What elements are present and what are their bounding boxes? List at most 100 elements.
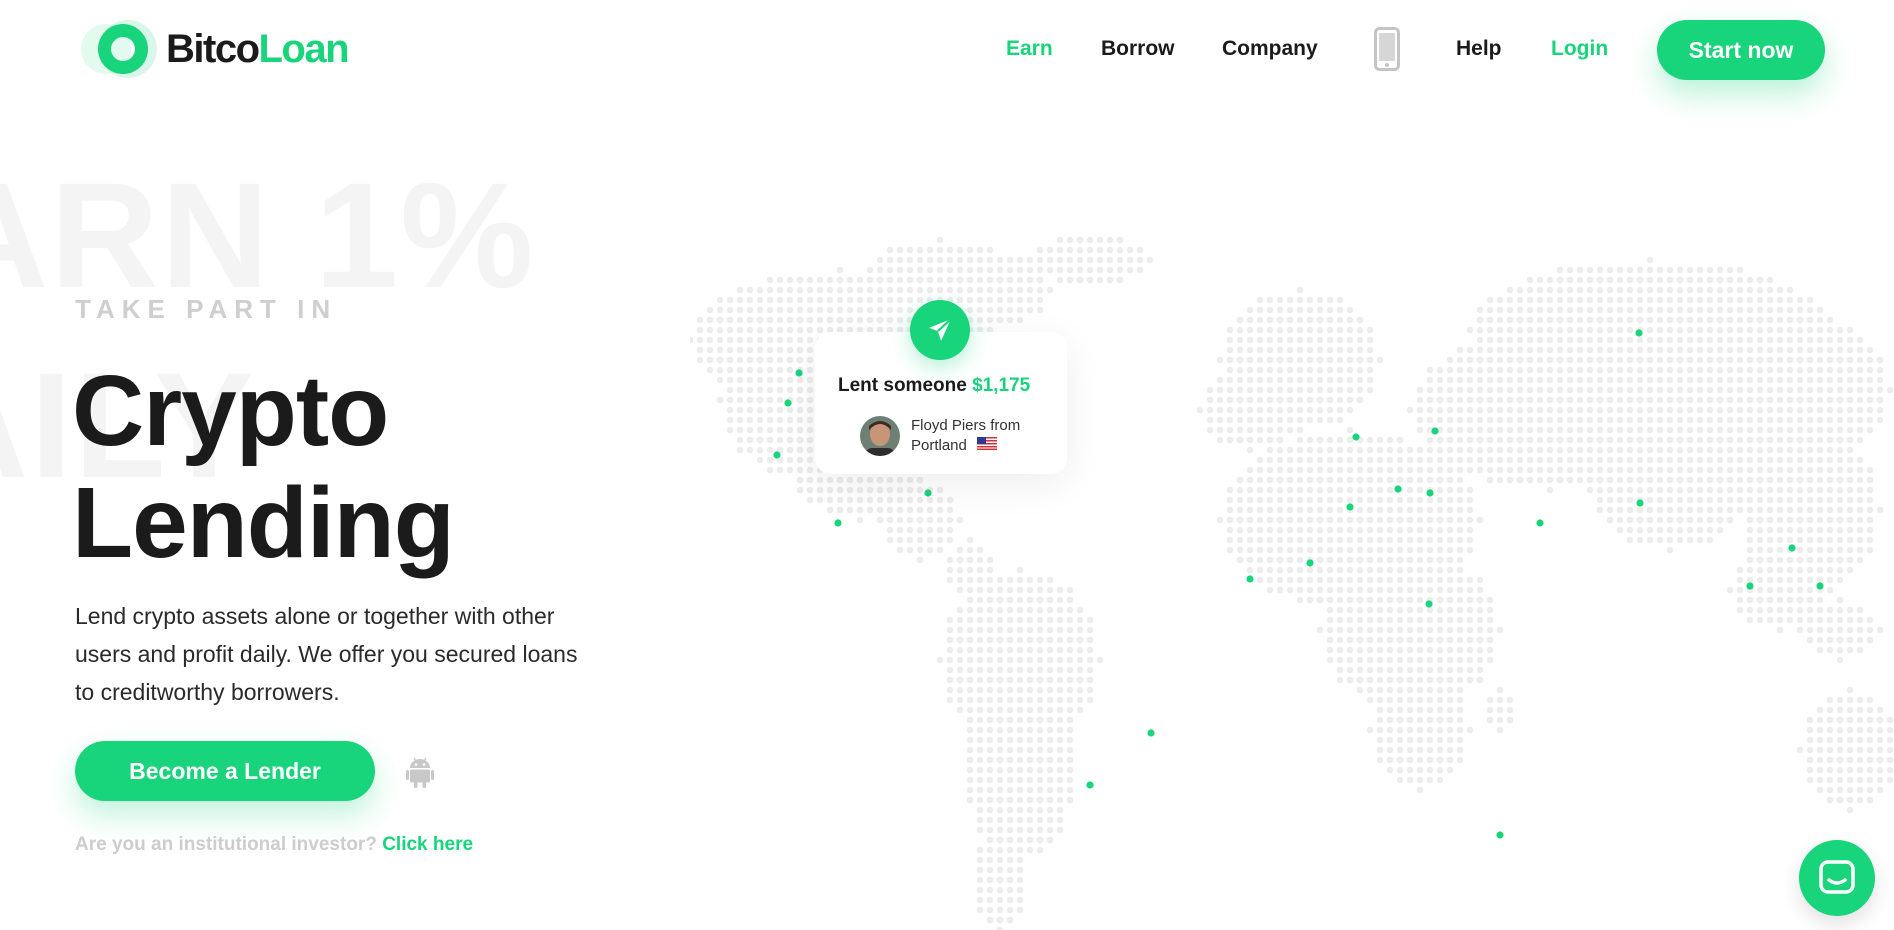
map-dot xyxy=(1766,586,1774,594)
map-dot xyxy=(1236,476,1244,484)
map-dot xyxy=(1056,806,1064,814)
map-dot xyxy=(1276,486,1284,494)
start-now-button[interactable]: Start now xyxy=(1657,20,1825,80)
map-dot xyxy=(726,306,734,314)
nav-item-company[interactable]: Company xyxy=(1222,37,1318,61)
map-dot xyxy=(896,276,904,284)
map-dot xyxy=(1376,756,1384,764)
hero-headline: Crypto Lending xyxy=(72,355,455,579)
map-dot xyxy=(1496,426,1504,434)
map-dot xyxy=(806,286,814,294)
map-dot xyxy=(766,446,774,454)
become-lender-button[interactable]: Become a Lender xyxy=(75,741,375,801)
map-dot xyxy=(1236,406,1244,414)
map-dot xyxy=(756,366,764,374)
map-dot xyxy=(1426,686,1434,694)
map-dot xyxy=(1316,586,1324,594)
map-dot xyxy=(1856,736,1864,744)
nav-item-earn[interactable]: Earn xyxy=(1006,37,1053,61)
map-dot xyxy=(1486,386,1494,394)
map-dot xyxy=(806,486,814,494)
map-dot xyxy=(1666,296,1674,304)
map-dot xyxy=(1506,346,1514,354)
map-dot xyxy=(1316,406,1324,414)
map-dot xyxy=(1416,516,1424,524)
map-dot xyxy=(1686,476,1694,484)
map-dot xyxy=(1816,456,1824,464)
map-dot xyxy=(1336,506,1344,514)
map-dot xyxy=(1406,576,1414,584)
map-dot xyxy=(1826,496,1834,504)
map-dot xyxy=(726,406,734,414)
map-dot xyxy=(1456,626,1464,634)
map-dot xyxy=(1426,376,1434,384)
map-dot xyxy=(1796,366,1804,374)
map-dot xyxy=(916,516,924,524)
map-dot xyxy=(1766,466,1774,474)
map-dot xyxy=(1476,516,1484,524)
map-dot xyxy=(1446,396,1454,404)
map-dot xyxy=(1696,536,1704,544)
map-dot xyxy=(1226,376,1234,384)
map-dot xyxy=(1436,536,1444,544)
map-dot xyxy=(1676,376,1684,384)
map-dot xyxy=(1606,336,1614,344)
map-dot xyxy=(786,306,794,314)
map-dot xyxy=(1626,266,1634,274)
map-dot xyxy=(876,516,884,524)
mobile-phone-icon[interactable] xyxy=(1374,27,1400,76)
map-dot xyxy=(1506,286,1514,294)
map-dot xyxy=(1396,436,1404,444)
map-dot xyxy=(766,356,774,364)
map-dot xyxy=(846,296,854,304)
nav-item-login[interactable]: Login xyxy=(1551,37,1608,61)
map-dot xyxy=(966,786,974,794)
map-dot xyxy=(1766,576,1774,584)
map-dot xyxy=(1766,616,1774,624)
map-dot xyxy=(1306,376,1314,384)
map-dot xyxy=(1696,416,1704,424)
map-dot xyxy=(1616,526,1624,534)
map-dot xyxy=(1846,436,1854,444)
map-dot xyxy=(1496,436,1504,444)
map-dot xyxy=(1006,606,1014,614)
map-dot xyxy=(1436,396,1444,404)
nav-item-borrow[interactable]: Borrow xyxy=(1101,37,1175,61)
chat-icon[interactable] xyxy=(1799,840,1875,916)
map-dot xyxy=(1036,276,1044,284)
map-dot xyxy=(1676,306,1684,314)
map-dot xyxy=(1796,596,1804,604)
map-dot xyxy=(1796,506,1804,514)
map-dot xyxy=(1656,416,1664,424)
map-dot xyxy=(1036,266,1044,274)
map-dot xyxy=(896,546,904,554)
map-dot xyxy=(1876,626,1884,634)
map-dot xyxy=(1526,336,1534,344)
map-dot xyxy=(1266,556,1274,564)
map-dot xyxy=(1336,556,1344,564)
map-dot xyxy=(1556,306,1564,314)
map-dot xyxy=(1816,376,1824,384)
map-dot xyxy=(1296,546,1304,554)
map-dot xyxy=(976,296,984,304)
map-dot xyxy=(1746,426,1754,434)
map-dot xyxy=(996,706,1004,714)
map-dot xyxy=(1836,506,1844,514)
map-dot xyxy=(1266,466,1274,474)
map-dot xyxy=(1656,266,1664,274)
map-dot xyxy=(1666,456,1674,464)
map-dot xyxy=(1766,566,1774,574)
map-dot xyxy=(996,266,1004,274)
map-dot xyxy=(1026,786,1034,794)
map-dot xyxy=(1676,386,1684,394)
map-dot xyxy=(1396,736,1404,744)
map-dot xyxy=(1096,236,1104,244)
android-icon[interactable] xyxy=(406,756,434,793)
map-dot xyxy=(736,406,744,414)
institutional-link[interactable]: Click here xyxy=(382,834,473,855)
map-dot xyxy=(1826,576,1834,584)
map-dot xyxy=(916,526,924,534)
map-dot xyxy=(746,446,754,454)
nav-item-help[interactable]: Help xyxy=(1456,37,1502,61)
map-dot xyxy=(1466,726,1474,734)
